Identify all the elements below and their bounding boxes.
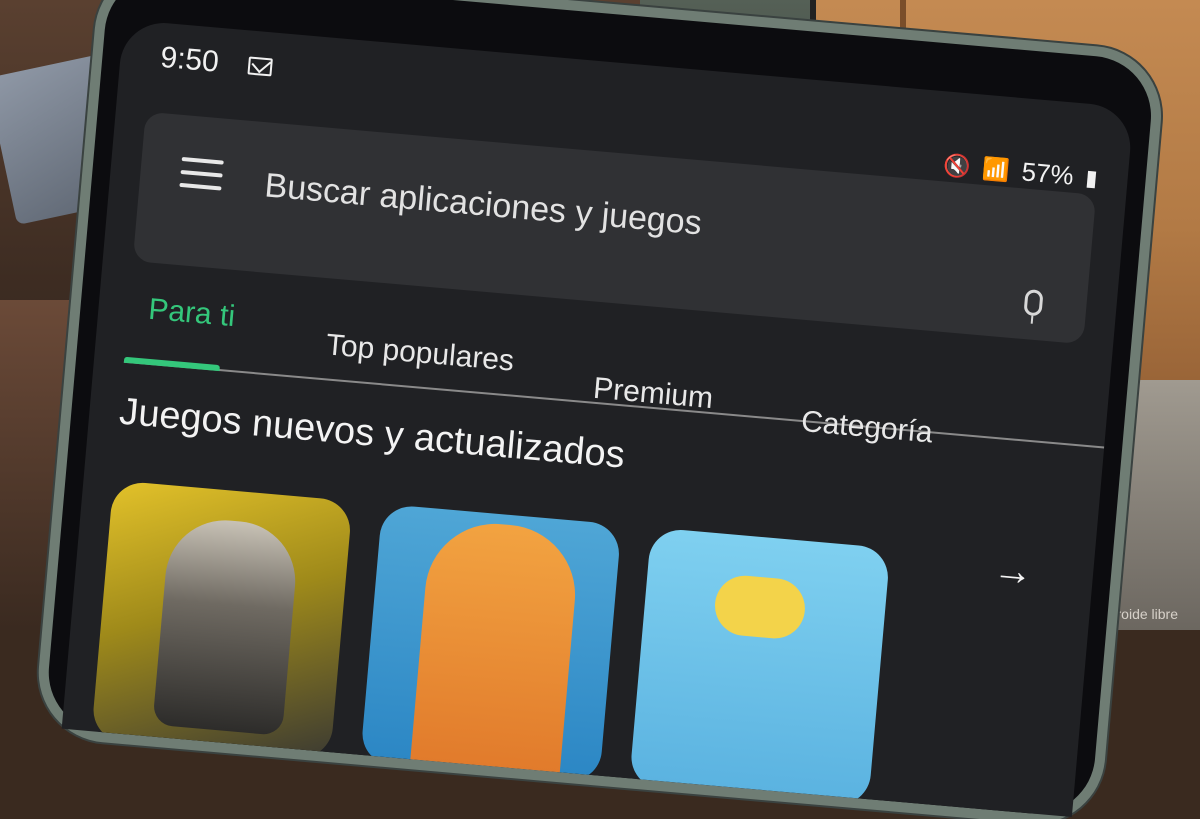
tab-top-populares[interactable]: Top populares — [325, 328, 516, 378]
tab-para-ti[interactable]: Para ti — [147, 293, 236, 334]
tab-categoria[interactable]: Categoría — [800, 405, 934, 450]
tab-label: Para ti — [147, 292, 237, 334]
tab-premium[interactable]: Premium — [591, 371, 715, 416]
section-title: Juegos nuevos y actualizados — [117, 390, 627, 477]
phone: 9:50 Buscar aplicaciones y juegos 🔇 📶 57… — [43, 0, 1157, 819]
mute-icon: 🔇 — [942, 151, 972, 180]
status-time: 9:50 — [159, 40, 221, 79]
mic-icon[interactable] — [1023, 289, 1048, 325]
battery-text: 57% — [1020, 156, 1075, 191]
tab-label: Categoría — [799, 405, 934, 450]
tab-label: Top populares — [324, 328, 516, 378]
app-tile-game[interactable] — [628, 527, 891, 808]
battery-icon: ▮ — [1084, 164, 1099, 191]
menu-icon[interactable] — [179, 156, 224, 191]
mail-icon — [247, 56, 273, 77]
play-store-screen: 9:50 Buscar aplicaciones y juegos 🔇 📶 57… — [61, 19, 1134, 818]
character-artwork — [712, 573, 808, 641]
tab-label: Premium — [591, 371, 715, 416]
arrow-right-icon[interactable]: → — [991, 547, 1035, 595]
character-artwork — [408, 518, 581, 784]
app-tile-game[interactable] — [359, 503, 622, 784]
app-tile-call-of-duty[interactable] — [90, 480, 353, 761]
active-tab-indicator — [123, 356, 220, 372]
soldier-artwork — [152, 515, 301, 736]
search-input[interactable]: Buscar aplicaciones y juegos — [263, 166, 703, 243]
wifi-icon: 📶 — [981, 155, 1011, 183]
